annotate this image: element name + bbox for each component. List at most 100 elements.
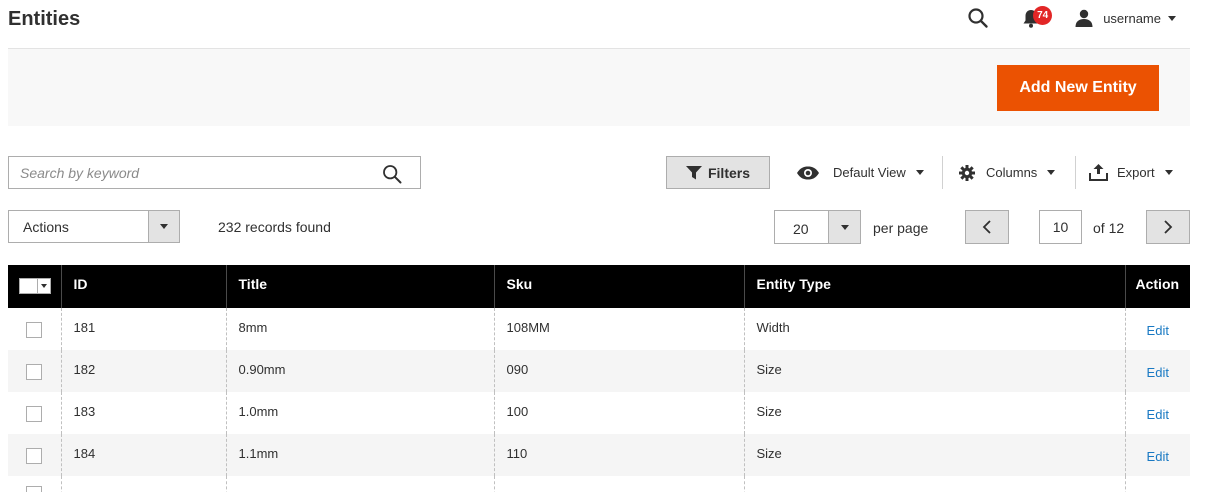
cell-action: Edit [1125, 308, 1190, 350]
toolbar-divider [942, 156, 943, 189]
cell-title: 1.0mm [226, 392, 495, 434]
cell-id: 182 [61, 350, 227, 392]
records-count: 232 records found [218, 219, 331, 235]
cell-sku: 100 [494, 392, 745, 434]
entities-grid: ID Title Sku Entity Type Action 181 8mm … [8, 265, 1190, 492]
notifications-button[interactable]: 74 [1021, 6, 1053, 29]
cell-id: 181 [61, 308, 227, 350]
column-header-entity-type[interactable]: Entity Type [744, 265, 1126, 308]
gear-icon [959, 164, 975, 181]
search-input[interactable] [9, 157, 369, 188]
next-page-button[interactable] [1146, 210, 1190, 244]
cell-id [61, 476, 227, 492]
row-select-cell [8, 476, 62, 492]
table-row: 182 0.90mm 090 Size Edit [8, 350, 1190, 392]
cell-action: Edit [1125, 350, 1190, 392]
table-row: 184 1.1mm 110 Size Edit [8, 434, 1190, 476]
user-icon [1075, 9, 1093, 27]
row-checkbox[interactable] [26, 486, 42, 492]
row-select-cell [8, 392, 62, 434]
filters-label: Filters [707, 164, 750, 181]
row-checkbox[interactable] [26, 321, 42, 338]
cell-title: 8mm [226, 308, 495, 350]
edit-link[interactable]: Edit [1147, 407, 1169, 422]
cell-entity-type: Size [744, 434, 1126, 476]
row-checkbox[interactable] [26, 405, 42, 422]
column-header-sku[interactable]: Sku [494, 265, 745, 308]
chevron-down-icon [41, 284, 47, 288]
chevron-down-icon [160, 224, 168, 229]
edit-link[interactable]: Edit [1147, 323, 1169, 338]
view-switcher[interactable]: Default View [796, 156, 924, 189]
mass-select-checkbox[interactable] [19, 278, 51, 294]
cell-id: 184 [61, 434, 227, 476]
cell-title [226, 476, 495, 492]
cell-id: 183 [61, 392, 227, 434]
column-header-id[interactable]: ID [61, 265, 227, 308]
dropdown-toggle[interactable] [148, 211, 179, 242]
keyword-search [8, 156, 421, 189]
view-label: Default View [833, 165, 906, 180]
total-pages-label: of 12 [1093, 220, 1125, 236]
cell-entity-type: Size [744, 350, 1126, 392]
column-header-action: Action [1125, 265, 1190, 308]
cell-sku: 110 [494, 434, 745, 476]
cell-entity-type: Size [744, 392, 1126, 434]
current-page-input[interactable] [1039, 210, 1082, 244]
row-checkbox[interactable] [26, 447, 42, 464]
columns-label: Columns [986, 165, 1038, 180]
row-select-cell [8, 350, 62, 392]
export-icon [1089, 164, 1108, 181]
cell-title: 1.1mm [226, 434, 495, 476]
table-row: 181 8mm 108MM Width Edit [8, 308, 1190, 350]
row-select-cell [8, 308, 62, 350]
previous-page-button[interactable] [965, 210, 1009, 244]
page-title: Entities [8, 8, 81, 30]
edit-link[interactable]: Edit [1147, 449, 1169, 464]
cell-action: Edit [1125, 392, 1190, 434]
column-header-title[interactable]: Title [226, 265, 495, 308]
notification-count-badge: 74 [1033, 6, 1053, 25]
username-label: username [1103, 10, 1161, 26]
toolbar-divider [1075, 156, 1076, 189]
header-actions: 74 username [967, 6, 1176, 30]
eye-icon [797, 166, 819, 179]
filters-button[interactable]: Filters [666, 156, 770, 189]
add-new-entity-button[interactable]: Add New Entity [997, 65, 1159, 111]
chevron-down-icon [840, 224, 849, 230]
per-page-label: per page [873, 220, 929, 236]
per-page-value: 20 [793, 221, 809, 237]
page-actions-bar: Add New Entity [8, 49, 1190, 126]
cell-sku: 090 [494, 350, 745, 392]
cell-sku [494, 476, 745, 492]
row-checkbox[interactable] [26, 363, 42, 380]
table-row: 183 1.0mm 100 Size Edit [8, 392, 1190, 434]
per-page-select[interactable]: 20 [774, 210, 861, 244]
chevron-left-icon [982, 220, 991, 234]
chevron-down-icon [1047, 170, 1056, 175]
search-icon[interactable] [382, 164, 402, 184]
export-label: Export [1117, 165, 1155, 180]
export-control[interactable]: Export [1089, 156, 1173, 189]
mass-select-header [8, 265, 62, 308]
per-page-toggle[interactable] [828, 211, 860, 243]
funnel-icon [685, 165, 702, 179]
cell-entity-type [744, 476, 1126, 492]
select-all-box[interactable] [19, 278, 38, 294]
cell-title: 0.90mm [226, 350, 495, 392]
chevron-down-icon [915, 170, 924, 175]
mass-select-dropdown[interactable] [38, 278, 51, 294]
user-menu[interactable]: username [1075, 9, 1176, 27]
chevron-down-icon [1164, 170, 1173, 175]
cell-entity-type: Width [744, 308, 1126, 350]
edit-link[interactable]: Edit [1147, 365, 1169, 380]
mass-actions-label: Actions [23, 219, 69, 235]
table-row [8, 476, 1190, 492]
row-select-cell [8, 434, 62, 476]
search-icon[interactable] [967, 7, 989, 29]
mass-actions-dropdown[interactable]: Actions [8, 210, 180, 243]
columns-control[interactable]: Columns [959, 156, 1056, 189]
cell-sku: 108MM [494, 308, 745, 350]
cell-action [1125, 476, 1190, 492]
chevron-right-icon [1164, 220, 1173, 234]
